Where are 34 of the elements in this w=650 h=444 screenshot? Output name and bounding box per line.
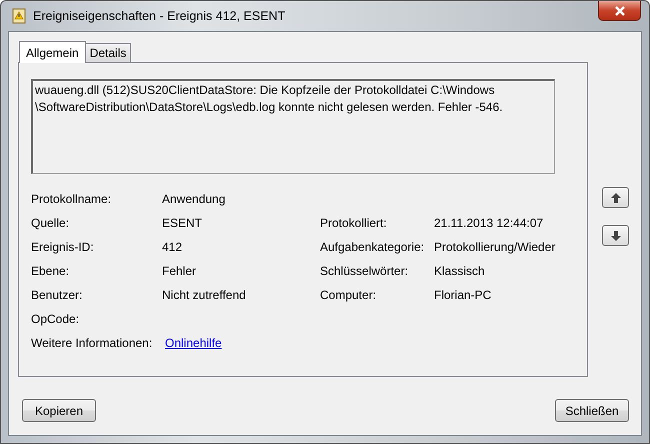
property-label: Benutzer: xyxy=(31,287,84,304)
previous-event-button[interactable] xyxy=(602,187,629,208)
property-label: Aufgabenkategorie: xyxy=(320,239,426,256)
help-link[interactable]: Onlinehilfe xyxy=(165,335,222,352)
property-label: Ereignis-ID: xyxy=(31,239,95,256)
window-title: Ereigniseigenschaften - Ereignis 412, ESENT xyxy=(33,9,286,23)
event-log-icon xyxy=(11,8,27,24)
property-label: Quelle: xyxy=(31,215,70,232)
property-value: Florian-PC xyxy=(434,287,492,304)
property-value: ESENT xyxy=(162,215,204,232)
event-message: wuaueng.dll (512)SUS20ClientDataStore: Die Kopfzeile der Protokolldatei C:\Windows \SoftwareDistribution\DataStore\Logs\edb.log konnte nicht gelesen werden. Fehler -546. xyxy=(31,79,555,174)
property-label: Ebene: xyxy=(31,263,70,280)
property-value: 412 xyxy=(162,239,184,256)
property-label: Protokollname: xyxy=(31,191,112,208)
dialog-button[interactable]: Schließen xyxy=(555,399,629,422)
dialog-button[interactable]: Kopieren xyxy=(22,399,96,422)
close-button[interactable] xyxy=(598,1,641,21)
property-value: Protokollierung/Wieder xyxy=(434,239,556,256)
close-icon xyxy=(614,6,626,16)
tab[interactable]: Details xyxy=(84,43,132,62)
property-label: OpCode: xyxy=(31,311,80,328)
property-value: Klassisch xyxy=(434,263,486,280)
property-value: 21.11.2013 12:44:07 xyxy=(434,215,544,232)
property-label: Computer: xyxy=(320,287,378,304)
arrow-down-icon xyxy=(610,230,622,242)
tab[interactable]: Allgemein xyxy=(19,41,86,63)
property-label: Weitere Informationen: xyxy=(31,335,154,352)
property-value: Anwendung xyxy=(162,191,226,208)
property-value: Nicht zutreffend xyxy=(162,287,247,304)
arrow-up-icon xyxy=(610,192,622,204)
property-label: Schlüsselwörter: xyxy=(320,263,410,280)
next-event-button[interactable] xyxy=(602,225,629,246)
property-label: Protokolliert: xyxy=(320,215,388,232)
property-value: Fehler xyxy=(162,263,198,280)
